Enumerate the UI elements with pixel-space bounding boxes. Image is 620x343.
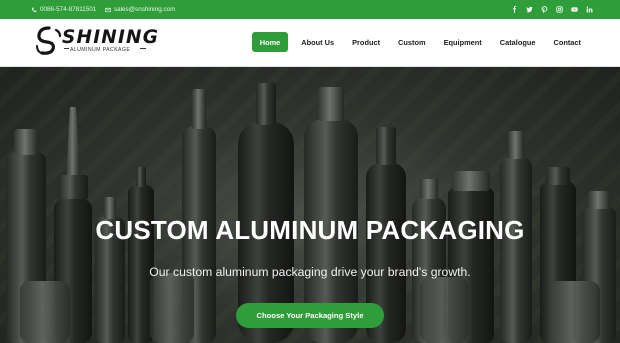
logo-divider-right <box>140 48 146 49</box>
main-nav: Home About Us Product Custom Equipment C… <box>251 32 590 52</box>
youtube-icon[interactable] <box>570 5 579 14</box>
pinterest-icon[interactable] <box>540 5 549 14</box>
nav-custom[interactable]: Custom <box>389 32 435 52</box>
choose-packaging-style-button[interactable]: Choose Your Packaging Style <box>236 303 384 328</box>
hero-banner: CUSTOM ALUMINUM PACKAGING Our custom alu… <box>0 67 620 343</box>
nav-equipment[interactable]: Equipment <box>435 32 491 52</box>
phone-contact[interactable]: 0086-574-87811501 <box>31 0 96 19</box>
email-address: sales@snshining.com <box>114 6 176 13</box>
nav-about-us[interactable]: About Us <box>292 32 343 52</box>
hero-title: CUSTOM ALUMINUM PACKAGING <box>95 215 525 245</box>
hero-overlay <box>0 67 620 343</box>
logo-divider-left <box>64 48 69 49</box>
email-icon <box>105 7 111 12</box>
site-logo[interactable]: SHINING ALUMINUM PACKAGE <box>36 26 158 60</box>
facebook-icon[interactable] <box>510 5 519 14</box>
shining-logo-mark <box>36 26 62 55</box>
phone-icon <box>31 7 37 12</box>
nav-catalogue[interactable]: Catalogue <box>491 32 545 52</box>
twitter-icon[interactable] <box>525 5 534 14</box>
logo-tagline: ALUMINUM PACKAGE <box>70 47 131 53</box>
site-header: SHINING ALUMINUM PACKAGE Home About Us P… <box>0 19 620 67</box>
nav-home[interactable]: Home <box>251 32 289 52</box>
nav-contact[interactable]: Contact <box>544 32 590 52</box>
linkedin-icon[interactable] <box>585 5 594 14</box>
logo-brand-text: SHINING <box>62 27 160 48</box>
phone-number: 0086-574-87811501 <box>40 6 97 13</box>
social-links <box>510 0 594 19</box>
nav-product[interactable]: Product <box>343 32 389 52</box>
instagram-icon[interactable] <box>555 5 564 14</box>
hero-subtitle: Our custom aluminum packaging drive your… <box>149 265 471 279</box>
email-contact[interactable]: sales@snshining.com <box>105 0 175 19</box>
top-bar: 0086-574-87811501 sales@snshining.com <box>0 0 620 19</box>
